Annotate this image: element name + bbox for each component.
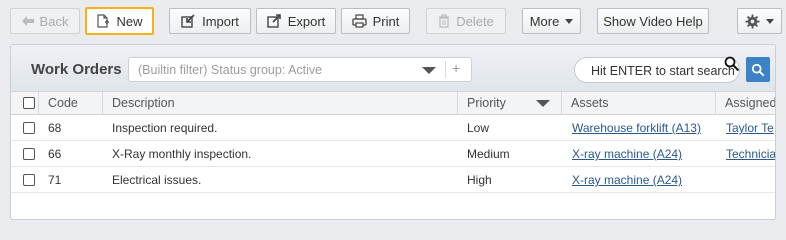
asset-link[interactable]: X-ray machine (A24) — [572, 147, 682, 161]
row-checkbox[interactable] — [23, 148, 35, 160]
export-button[interactable]: Export — [256, 8, 336, 34]
arrow-left-icon — [21, 16, 34, 26]
import-label: Import — [202, 13, 239, 29]
add-filter-button[interactable]: + — [452, 60, 460, 76]
search-icon — [751, 63, 765, 77]
chevron-down-icon — [766, 18, 774, 24]
panel-header: Work Orders (Builtin filter) Status grou… — [11, 45, 775, 91]
table-header: Code Description Priority Assets Assigne… — [11, 91, 775, 115]
filter-divider — [445, 61, 446, 78]
priority-cell: Low — [467, 121, 490, 135]
column-divider — [715, 92, 716, 114]
column-header-assets[interactable]: Assets — [571, 96, 609, 110]
settings-dropdown[interactable] — [737, 8, 782, 34]
chevron-down-icon[interactable] — [422, 67, 436, 74]
import-button[interactable]: Import — [169, 8, 251, 34]
row-checkbox[interactable] — [23, 122, 35, 134]
priority-cell: High — [467, 173, 492, 187]
assigned-link[interactable]: Taylor Te — [726, 121, 774, 135]
video-help-label: Show Video Help — [603, 13, 703, 29]
gear-icon — [745, 13, 760, 29]
description-cell: X-Ray monthly inspection. — [112, 147, 252, 161]
printer-icon — [351, 14, 367, 28]
description-cell: Inspection required. — [112, 121, 218, 135]
sort-descending-icon[interactable] — [536, 100, 550, 107]
filter-placeholder: (Builtin filter) Status group: Active — [138, 63, 323, 77]
description-cell: Electrical issues. — [112, 173, 202, 187]
code-cell: 71 — [48, 173, 62, 187]
back-label: Back — [39, 13, 69, 29]
back-button[interactable]: Back — [10, 8, 80, 34]
chevron-down-icon — [565, 18, 574, 24]
toolbar: Back New Import Export Print Delete More — [0, 0, 786, 42]
column-header-code[interactable]: Code — [48, 96, 78, 110]
new-document-icon — [96, 14, 110, 28]
column-divider — [561, 92, 562, 114]
code-cell: 66 — [48, 147, 62, 161]
print-button[interactable]: Print — [341, 8, 410, 34]
trash-icon — [438, 14, 450, 28]
assigned-link[interactable]: Technicia — [726, 147, 775, 161]
import-icon — [181, 14, 196, 28]
table-row[interactable]: 68 Inspection required. Low Warehouse fo… — [11, 115, 775, 141]
column-header-description[interactable]: Description — [112, 96, 175, 110]
delete-button[interactable]: Delete — [426, 8, 506, 34]
asset-link[interactable]: Warehouse forklift (A13) — [572, 121, 701, 135]
select-all-checkbox[interactable] — [23, 97, 35, 109]
table-row[interactable]: 66 X-Ray monthly inspection. Medium X-ra… — [11, 141, 775, 167]
search-placeholder: Hit ENTER to start search — [591, 64, 735, 78]
column-divider — [457, 92, 458, 114]
search-input[interactable]: Hit ENTER to start search — [574, 57, 740, 83]
code-cell: 68 — [48, 121, 62, 135]
delete-label: Delete — [456, 13, 494, 29]
column-divider — [38, 92, 39, 114]
more-label: More — [529, 13, 560, 29]
asset-link[interactable]: X-ray machine (A24) — [572, 173, 682, 187]
panel-title: Work Orders — [31, 61, 122, 78]
work-orders-panel: Work Orders (Builtin filter) Status grou… — [10, 44, 776, 220]
more-dropdown[interactable]: More — [522, 8, 581, 34]
search-button[interactable] — [746, 57, 770, 82]
print-label: Print — [372, 13, 400, 29]
new-button[interactable]: New — [85, 7, 154, 35]
new-label: New — [116, 13, 143, 29]
search-icon — [724, 56, 740, 75]
export-icon — [267, 14, 282, 28]
column-header-assigned[interactable]: Assigned — [725, 96, 775, 110]
table-row[interactable]: 71 Electrical issues. High X-ray machine… — [11, 167, 775, 193]
filter-select[interactable]: (Builtin filter) Status group: Active + — [128, 57, 472, 82]
export-label: Export — [287, 13, 326, 29]
column-header-priority[interactable]: Priority — [467, 96, 506, 110]
column-divider — [102, 92, 103, 114]
row-checkbox[interactable] — [23, 174, 35, 186]
priority-cell: Medium — [467, 147, 510, 161]
show-video-help-button[interactable]: Show Video Help — [597, 8, 709, 34]
